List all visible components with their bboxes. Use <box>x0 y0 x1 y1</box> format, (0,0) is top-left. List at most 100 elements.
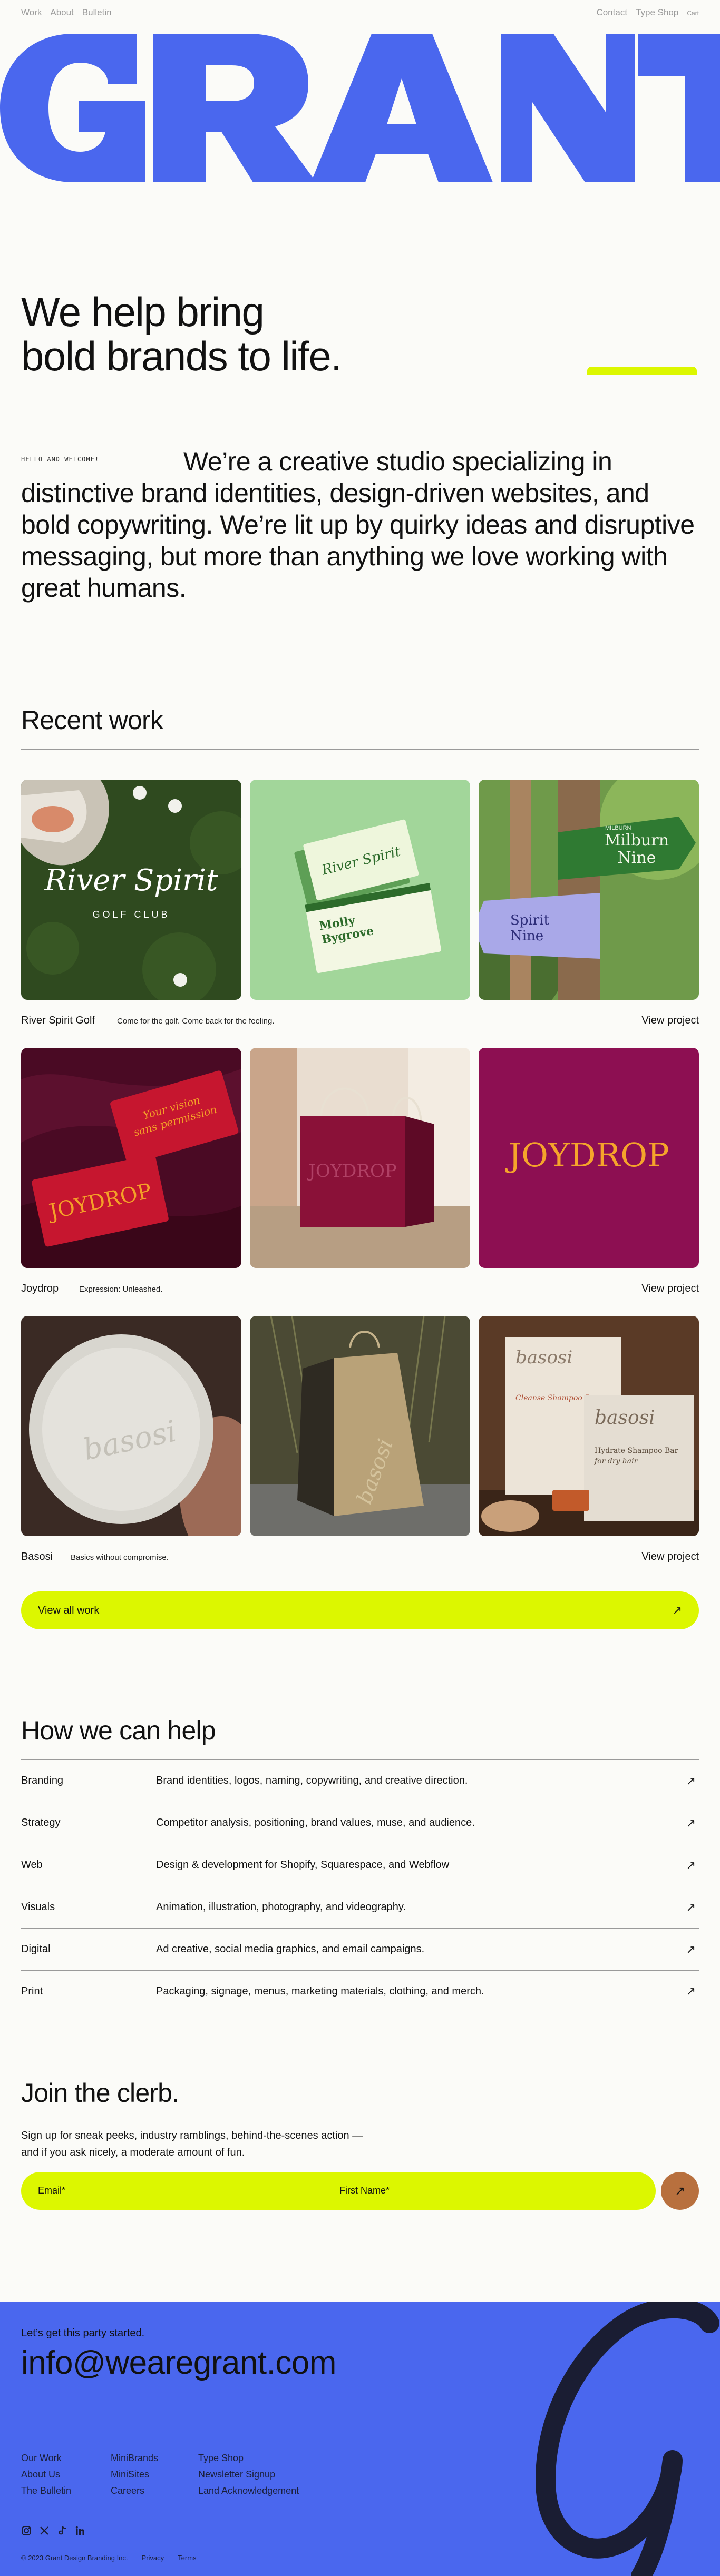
service-row-branding[interactable]: Branding Brand identities, logos, naming… <box>21 1759 699 1802</box>
linkedin-icon[interactable] <box>75 2525 85 2536</box>
arrow-up-right-icon: ↗ <box>686 1900 696 1914</box>
footer-email-link[interactable]: info@wearegrant.com <box>21 2344 336 2382</box>
service-name: Web <box>21 1859 43 1871</box>
joydrop-logo-text: JOYDROP <box>505 1136 669 1174</box>
sign-top-small: MILBURN <box>605 825 631 831</box>
service-description: Design & development for Shopify, Square… <box>156 1859 450 1871</box>
service-name: Print <box>21 1985 43 1997</box>
services-title: How we can help <box>21 1716 216 1745</box>
service-description: Brand identities, logos, naming, copywri… <box>156 1775 468 1786</box>
project-name: Basosi <box>21 1551 53 1562</box>
arrow-up-right-icon: ↗ <box>686 1858 696 1872</box>
recent-work-title: Recent work <box>21 705 163 735</box>
footer-link-land-acknowledgement[interactable]: Land Acknowledgement <box>198 2485 299 2496</box>
tiktok-icon[interactable] <box>57 2525 67 2536</box>
project-tagline: Come for the golf. Come back for the fee… <box>117 1017 275 1026</box>
arrow-up-right-icon: ↗ <box>686 1774 696 1787</box>
footer-link-bulletin[interactable]: The Bulletin <box>21 2485 71 2496</box>
footer-column-1: Our Work About Us The Bulletin <box>21 2453 71 2496</box>
instagram-icon[interactable] <box>21 2525 32 2536</box>
service-description: Animation, illustration, photography, an… <box>156 1901 406 1913</box>
first-name-field[interactable]: First Name* <box>339 2185 390 2196</box>
site-footer: Let’s get this party started. info@weare… <box>0 2302 720 2576</box>
nav-bulletin[interactable]: Bulletin <box>82 7 112 18</box>
footer-link-about-us[interactable]: About Us <box>21 2469 71 2480</box>
hero-tagline: We help bring bold brands to life. <box>21 290 495 378</box>
newsletter-description: Sign up for sneak peeks, industry rambli… <box>21 2130 363 2158</box>
service-description: Packaging, signage, menus, marketing mat… <box>156 1985 484 1997</box>
project-image-joydrop-logo[interactable]: JOYDROP <box>479 1048 699 1268</box>
footer-link-minisites[interactable]: MiniSites <box>111 2469 158 2480</box>
primary-nav: Work About Bulletin <box>21 7 112 18</box>
arrow-up-right-icon: ↗ <box>672 1604 682 1617</box>
project-image-basosi-soap[interactable]: basosi <box>21 1316 241 1536</box>
footer-link-newsletter-signup[interactable]: Newsletter Signup <box>198 2469 299 2480</box>
project-tagline: Expression: Unleashed. <box>79 1285 163 1294</box>
footer-link-careers[interactable]: Careers <box>111 2485 158 2496</box>
service-row-print[interactable]: Print Packaging, signage, menus, marketi… <box>21 1970 699 2012</box>
basosi-box2-brand: basosi <box>595 1407 655 1429</box>
joydrop-bag-logo: JOYDROP <box>307 1161 397 1182</box>
service-name: Branding <box>21 1775 64 1786</box>
divider <box>21 749 699 750</box>
project-image-river-spirit-signs[interactable]: Milburn Nine MILBURN Spirit Nine <box>479 780 699 1000</box>
footer-cta: Let’s get this party started. <box>21 2327 145 2339</box>
service-row-strategy[interactable]: Strategy Competitor analysis, positionin… <box>21 1802 699 1844</box>
intro-text: We’re a creative studio specializing in … <box>21 447 695 603</box>
service-row-digital[interactable]: Digital Ad creative, social media graphi… <box>21 1928 699 1970</box>
project-image-river-spirit-cap[interactable]: River Spirit GOLF CLUB <box>21 780 241 1000</box>
newsletter-submit-button[interactable]: ↗ <box>661 2172 699 2210</box>
footer-link-type-shop[interactable]: Type Shop <box>198 2453 299 2464</box>
project-row-river-spirit: River Spirit Golf Come for the golf. Com… <box>21 1015 699 1027</box>
service-name: Visuals <box>21 1901 55 1913</box>
hero-line-1: We help bring <box>21 289 265 335</box>
arrow-up-right-icon: ↗ <box>686 1984 696 1998</box>
nav-cart[interactable]: Cart <box>687 9 699 17</box>
secondary-nav: Contact Type Shop Cart <box>596 7 699 18</box>
nav-about[interactable]: About <box>50 7 73 18</box>
nav-work[interactable]: Work <box>21 7 42 18</box>
footer-link-our-work[interactable]: Our Work <box>21 2453 71 2464</box>
grant-wordmark-logo[interactable] <box>0 34 720 182</box>
footer-column-2: MiniBrands MiniSites Careers <box>111 2453 158 2496</box>
footer-column-3: Type Shop Newsletter Signup Land Acknowl… <box>198 2453 299 2496</box>
view-project-link[interactable]: View project <box>641 1015 699 1027</box>
sign-bottom-2: Nine <box>510 928 543 944</box>
view-project-link[interactable]: View project <box>641 1283 699 1295</box>
view-all-work-button[interactable]: View all work ↗ <box>21 1591 699 1629</box>
nav-contact[interactable]: Contact <box>596 7 627 18</box>
project-row-basosi: Basosi Basics without compromise. View p… <box>21 1551 699 1563</box>
hero-line-2: bold brands to life. <box>21 333 342 379</box>
service-description: Ad creative, social media graphics, and … <box>156 1943 425 1955</box>
project-row-joydrop: Joydrop Expression: Unleashed. View proj… <box>21 1283 699 1295</box>
project-image-joydrop-bag[interactable]: JOYDROP <box>250 1048 470 1268</box>
basosi-box2-sub2: for dry hair <box>594 1457 638 1466</box>
email-field[interactable]: Email* <box>38 2185 65 2196</box>
project-name: River Spirit Golf <box>21 1015 95 1026</box>
service-row-visuals[interactable]: Visuals Animation, illustration, photogr… <box>21 1886 699 1928</box>
view-project-link[interactable]: View project <box>641 1551 699 1563</box>
project-name: Joydrop <box>21 1283 59 1294</box>
social-links <box>21 2525 85 2536</box>
newsletter-title: Join the clerb. <box>21 2078 179 2108</box>
project-image-river-spirit-cards[interactable]: River Spirit Molly Bygrove <box>250 780 470 1000</box>
newsletter-form <box>21 2172 656 2210</box>
footer-link-minibrands[interactable]: MiniBrands <box>111 2453 158 2464</box>
project-image-basosi-bag[interactable]: basosi <box>250 1316 470 1536</box>
service-name: Digital <box>21 1943 51 1955</box>
terms-link[interactable]: Terms <box>178 2554 196 2562</box>
golf-club-text: GOLF CLUB <box>92 909 170 920</box>
service-name: Strategy <box>21 1817 61 1828</box>
legal-links: © 2023 Grant Design Branding Inc. Privac… <box>21 2554 197 2562</box>
sign-top-big-2: Nine <box>618 849 656 867</box>
sign-bottom-1: Spirit <box>510 912 550 928</box>
privacy-link[interactable]: Privacy <box>142 2554 164 2562</box>
project-tagline: Basics without compromise. <box>71 1553 169 1562</box>
project-image-joydrop-cards[interactable]: Your vision sans permission JOYDROP <box>21 1048 241 1268</box>
service-row-web[interactable]: Web Design & development for Shopify, Sq… <box>21 1844 699 1886</box>
river-spirit-logo-text: River Spirit <box>44 863 218 898</box>
project-image-basosi-boxes[interactable]: basosi Cleanse Shampoo Bar basosi Hydrat… <box>479 1316 699 1536</box>
x-icon[interactable] <box>39 2525 50 2536</box>
nav-type-shop[interactable]: Type Shop <box>636 7 678 18</box>
sign-top-big-1: Milburn <box>605 831 669 850</box>
